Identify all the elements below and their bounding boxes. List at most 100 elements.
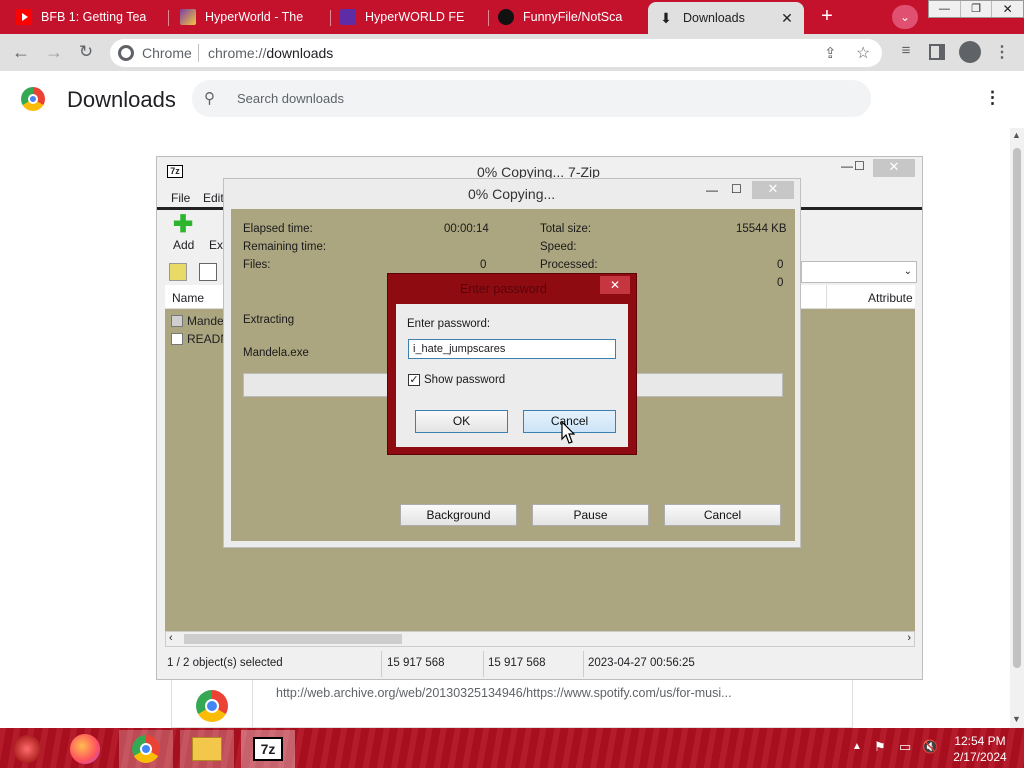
- scroll-left-icon[interactable]: ‹: [169, 632, 173, 644]
- url-prefix: chrome://: [208, 45, 267, 61]
- download-url[interactable]: http://web.archive.org/web/2013032513494…: [276, 686, 732, 700]
- download-icon: ⬇: [660, 10, 672, 26]
- start-orb-icon: [13, 735, 41, 763]
- start-button[interactable]: [0, 730, 54, 768]
- tab-label: Downloads: [683, 11, 745, 25]
- file-name: Mande: [187, 314, 224, 328]
- progress-minimize-icon[interactable]: —: [706, 183, 718, 197]
- column-name[interactable]: Name: [172, 291, 204, 305]
- reload-icon[interactable]: ↻: [75, 42, 97, 64]
- up-folder-icon[interactable]: [169, 263, 187, 281]
- scroll-down-icon[interactable]: ▼: [1012, 714, 1021, 724]
- add-icon[interactable]: ✚: [173, 213, 193, 237]
- file-row[interactable]: Mande: [171, 313, 231, 329]
- bookmark-star-icon[interactable]: ☆: [856, 43, 870, 63]
- omnibox[interactable]: Chrome chrome://downloads ⇪ ☆: [110, 39, 882, 67]
- scroll-right-icon[interactable]: ›: [907, 632, 911, 644]
- forward-icon[interactable]: →: [43, 42, 65, 64]
- extract-button-label[interactable]: Ext: [209, 238, 223, 252]
- progress-maximize-icon[interactable]: ☐: [731, 182, 742, 196]
- taskbar-firefox[interactable]: [58, 730, 112, 768]
- password-close-icon[interactable]: ✕: [600, 276, 630, 294]
- downloads-menu-icon[interactable]: ⋮: [984, 88, 1001, 110]
- progress-cancel-button[interactable]: Cancel: [664, 504, 781, 526]
- tab-label: HyperWORLD FE: [365, 10, 465, 24]
- chrome-logo-icon: [21, 87, 45, 111]
- restore-icon[interactable]: ❐: [959, 1, 992, 17]
- show-password-checkbox[interactable]: ✓: [408, 374, 420, 386]
- zip-app-icon: 7z: [167, 165, 183, 178]
- ok-button[interactable]: OK: [415, 410, 508, 433]
- action-center-flag-icon[interactable]: ⚑: [874, 739, 886, 755]
- download-item[interactable]: http://web.archive.org/web/2013032513494…: [171, 680, 853, 728]
- path-combobox[interactable]: ⌄: [801, 261, 917, 283]
- search-icon: ⚲: [204, 90, 215, 107]
- reading-list-icon[interactable]: ≡: [896, 42, 916, 62]
- clock-date: 2/17/2024: [953, 750, 1007, 764]
- omnibox-divider: [198, 44, 199, 62]
- close-window-icon[interactable]: ✕: [991, 1, 1023, 17]
- item-divider: [252, 680, 253, 728]
- folder-icon: [192, 737, 222, 761]
- scroll-up-icon[interactable]: ▲: [1012, 130, 1021, 140]
- close-tab-icon[interactable]: ✕: [780, 10, 794, 27]
- tab-0[interactable]: BFB 1: Getting Tea: [16, 0, 166, 34]
- enter-password-dialog: Enter password ✕ Enter password: i_hate_…: [387, 273, 637, 455]
- tab-3[interactable]: FunnyFile/NotSca: [498, 0, 646, 34]
- tab-1[interactable]: HyperWorld - The: [180, 0, 328, 34]
- status-divider: [483, 651, 484, 677]
- background-button[interactable]: Background: [400, 504, 517, 526]
- taskbar-explorer[interactable]: [180, 730, 234, 768]
- password-dialog-title: Enter password: [460, 282, 547, 296]
- tab-label: HyperWorld - The: [205, 10, 304, 24]
- show-password-label[interactable]: Show password: [424, 374, 505, 386]
- pause-button[interactable]: Pause: [532, 504, 649, 526]
- bookmark-icon[interactable]: [199, 263, 217, 281]
- chrome-menu-icon[interactable]: ⋮: [994, 42, 1010, 64]
- status-packed-size: 15 917 568: [488, 657, 546, 669]
- progress-close-icon[interactable]: ✕: [752, 181, 794, 199]
- speed-label: Speed:: [540, 241, 577, 253]
- back-icon[interactable]: ←: [10, 42, 32, 64]
- column-attributes[interactable]: Attribute: [868, 291, 913, 305]
- files-label: Files:: [243, 259, 271, 271]
- processed-label: Processed:: [540, 259, 598, 271]
- page-title: Downloads: [67, 87, 176, 112]
- total-size-label: Total size:: [540, 223, 592, 235]
- search-downloads-input[interactable]: ⚲ Search downloads: [192, 80, 871, 117]
- site-label: Chrome: [142, 45, 192, 61]
- clock[interactable]: 12:54 PM 2/17/2024: [946, 733, 1014, 765]
- download-file-icon: [196, 690, 228, 722]
- profile-avatar-icon[interactable]: [959, 41, 981, 63]
- hyper-icon: [340, 9, 356, 25]
- zip-minimize-icon[interactable]: —: [841, 159, 853, 173]
- volume-muted-icon[interactable]: 🔇: [922, 739, 938, 755]
- zip-close-icon[interactable]: ✕: [873, 159, 915, 177]
- taskbar-7zip[interactable]: 7z: [241, 730, 295, 768]
- horizontal-scrollbar[interactable]: ‹ ›: [165, 631, 915, 647]
- network-icon[interactable]: ▭: [899, 739, 911, 755]
- menu-edit[interactable]: Edit: [203, 191, 224, 205]
- password-body: Enter password: i_hate_jumpscares ✓ Show…: [396, 304, 628, 447]
- page-scrollbar-thumb[interactable]: [1013, 148, 1021, 668]
- status-divider: [381, 651, 382, 677]
- side-panel-icon[interactable]: [929, 44, 945, 60]
- file-row[interactable]: READN: [171, 331, 231, 347]
- menu-file[interactable]: File: [171, 191, 190, 205]
- tab-search-icon[interactable]: ⌄: [892, 5, 918, 29]
- hscroll-thumb[interactable]: [184, 634, 402, 644]
- zip-maximize-icon[interactable]: ☐: [854, 159, 865, 173]
- minimize-icon[interactable]: —: [929, 1, 960, 17]
- tab-2[interactable]: HyperWORLD FE: [340, 0, 488, 34]
- progress-title: 0% Copying...: [468, 186, 556, 202]
- share-icon[interactable]: ⇪: [824, 44, 837, 62]
- new-tab-icon[interactable]: +: [814, 5, 840, 29]
- total-size-value: 15544 KB: [736, 223, 787, 235]
- password-input[interactable]: i_hate_jumpscares: [408, 339, 616, 359]
- tab-downloads[interactable]: ⬇ Downloads ✕: [648, 2, 804, 34]
- taskbar-chrome[interactable]: [119, 730, 173, 768]
- zip-taskbar-icon: 7z: [253, 737, 283, 761]
- add-button-label[interactable]: Add: [173, 238, 194, 252]
- tray-expand-icon[interactable]: ▲: [852, 741, 862, 752]
- url-text: chrome://downloads: [208, 45, 333, 61]
